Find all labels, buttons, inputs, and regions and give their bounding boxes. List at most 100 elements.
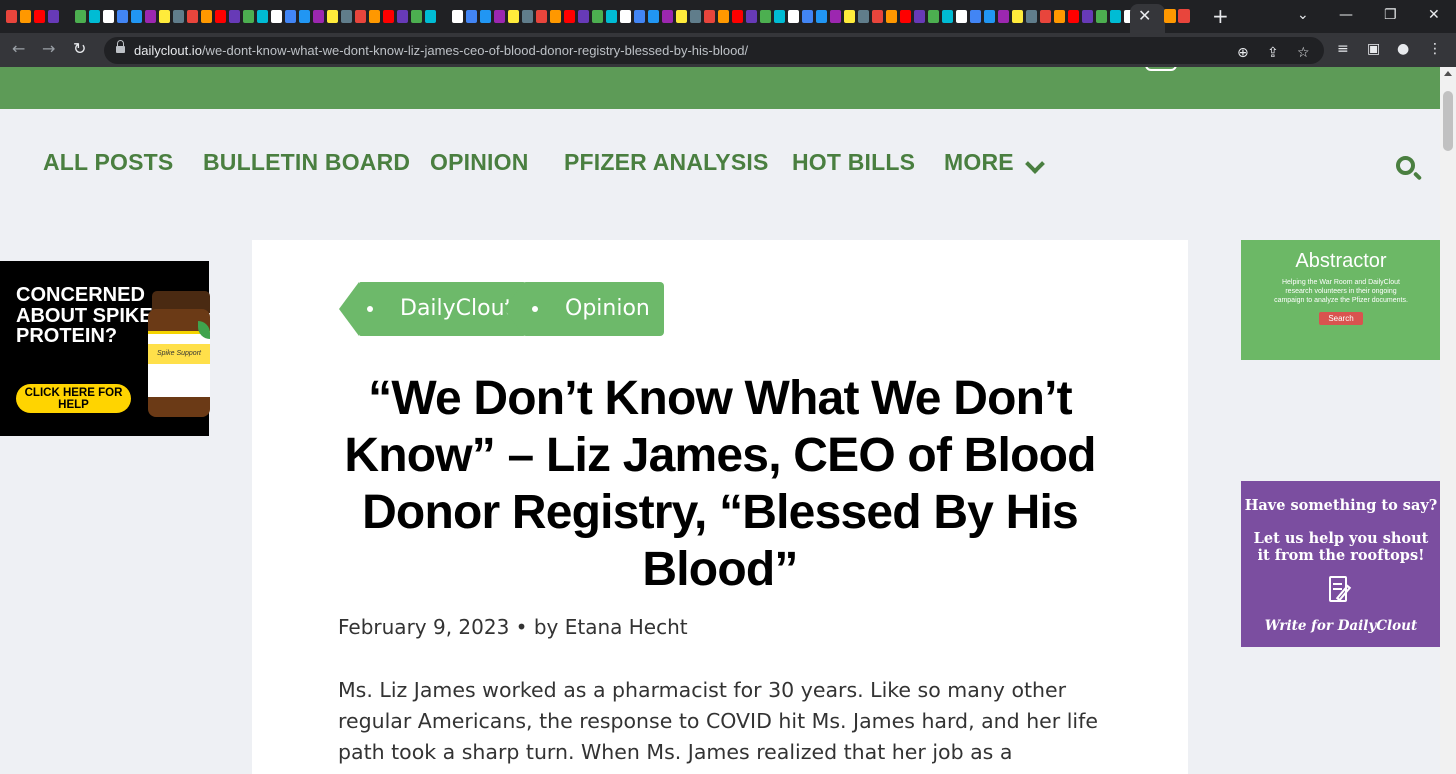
tab-favicon[interactable] [956, 10, 967, 23]
tab-favicon[interactable] [886, 10, 897, 23]
tab-favicon[interactable] [620, 10, 631, 23]
tab-favicon[interactable] [900, 10, 911, 23]
tab-favicon[interactable] [1054, 10, 1065, 23]
scrollbar-thumb[interactable] [1443, 91, 1453, 151]
tab-favicon[interactable] [774, 10, 785, 23]
media-icon[interactable]: ≡ [1337, 40, 1349, 58]
tab-favicon[interactable] [425, 10, 436, 23]
tab-favicon[interactable] [942, 10, 953, 23]
profile-icon[interactable]: ● [1397, 40, 1409, 58]
tab-favicon[interactable] [564, 10, 575, 23]
tab-favicon[interactable] [788, 10, 799, 23]
tab-favicon[interactable] [830, 10, 841, 23]
nav-pfizer-analysis[interactable]: PFIZER ANALYSIS [564, 149, 769, 176]
tab-favicon[interactable] [872, 10, 883, 23]
tab-favicon[interactable] [1026, 10, 1037, 23]
address-bar[interactable]: dailyclout.io/we-dont-know-what-we-dont-… [104, 37, 1324, 64]
tab-favicon[interactable] [75, 10, 86, 23]
tab-favicon[interactable] [397, 10, 408, 23]
tab-favicon[interactable] [1096, 10, 1107, 23]
tab-favicon[interactable] [89, 10, 100, 23]
reload-icon[interactable]: ↻ [73, 39, 86, 59]
tab-close-icon[interactable]: ✕ [1138, 7, 1151, 25]
tab-search-icon[interactable]: ⌄ [1297, 6, 1309, 24]
nav-hot-bills[interactable]: HOT BILLS [792, 149, 915, 176]
tab-favicon[interactable] [131, 10, 142, 23]
zoom-icon[interactable]: ⊕ [1237, 44, 1249, 62]
tab-favicon[interactable] [369, 10, 380, 23]
nav-all-posts[interactable]: ALL POSTS [43, 149, 173, 176]
nav-opinion[interactable]: OPINION [430, 149, 529, 176]
tab-favicons[interactable] [6, 8, 1149, 25]
share-icon[interactable]: ⇪ [1267, 44, 1279, 62]
tab-favicon[interactable] [145, 10, 156, 23]
tab-favicon[interactable] [1164, 9, 1176, 23]
tab-favicon[interactable] [690, 10, 701, 23]
bookmark-star-icon[interactable]: ☆ [1297, 44, 1310, 62]
page-scrollbar[interactable] [1440, 67, 1456, 774]
nav-more[interactable]: MORE [944, 149, 1014, 176]
tab-favicon[interactable] [662, 10, 673, 23]
tag-dailyclout[interactable]: DailyClout [338, 282, 528, 336]
forward-icon[interactable]: → [42, 39, 55, 59]
tab-favicon[interactable] [285, 10, 296, 23]
tab-favicon[interactable] [34, 10, 45, 23]
tab-favicon[interactable] [48, 10, 59, 23]
tab-favicon[interactable] [998, 10, 1009, 23]
tab-favicon[interactable] [243, 10, 254, 23]
new-tab-button[interactable]: + [1212, 4, 1229, 28]
tab-favicon[interactable] [592, 10, 603, 23]
tab-favicon[interactable] [257, 10, 268, 23]
tab-favicon[interactable] [676, 10, 687, 23]
tab-favicon[interactable] [648, 10, 659, 23]
tab-favicon[interactable] [928, 10, 939, 23]
tab-favicon[interactable] [522, 10, 533, 23]
tab-favicon[interactable] [215, 10, 226, 23]
tab-favicon[interactable] [578, 10, 589, 23]
tab-favicon[interactable] [341, 10, 352, 23]
nav-bulletin-board[interactable]: BULLETIN BOARD [203, 149, 410, 176]
tab-favicon[interactable] [1040, 10, 1051, 23]
tab-favicon[interactable] [466, 10, 477, 23]
tab-favicon[interactable] [746, 10, 757, 23]
tab-favicon[interactable] [173, 10, 184, 23]
tab-favicon[interactable] [718, 10, 729, 23]
minimize-button[interactable]: — [1339, 6, 1353, 24]
tab-favicon[interactable] [327, 10, 338, 23]
scroll-up-icon[interactable] [1444, 71, 1452, 76]
tab-favicon[interactable] [732, 10, 743, 23]
tab-favicon[interactable] [816, 10, 827, 23]
tab-favicon[interactable] [6, 10, 17, 23]
tab-favicon[interactable] [383, 10, 394, 23]
menu-icon[interactable]: ⋮ [1428, 40, 1442, 58]
tab-favicon[interactable] [508, 10, 519, 23]
tab-favicon[interactable] [802, 10, 813, 23]
abstractor-search-button[interactable]: Search [1319, 312, 1363, 325]
tab-favicon[interactable] [201, 10, 212, 23]
url-text[interactable]: dailyclout.io/we-dont-know-what-we-dont-… [134, 43, 748, 58]
tab-favicon[interactable] [452, 10, 463, 23]
tab-favicon[interactable] [606, 10, 617, 23]
tab-favicon[interactable] [494, 10, 505, 23]
chevron-down-icon[interactable] [1025, 154, 1045, 174]
tab-favicon[interactable] [1012, 10, 1023, 23]
tab-favicon[interactable] [355, 10, 366, 23]
tab-favicon[interactable] [299, 10, 310, 23]
tab-favicon[interactable] [1082, 10, 1093, 23]
tab-favicon[interactable] [536, 10, 547, 23]
tab-favicon[interactable] [480, 10, 491, 23]
tab-favicon[interactable] [858, 10, 869, 23]
search-icon[interactable] [1396, 156, 1415, 175]
lock-icon[interactable] [116, 40, 125, 55]
ad-cta-button[interactable]: CLICK HERE FOR HELP [16, 384, 131, 413]
tab-favicon[interactable] [844, 10, 855, 23]
tab-favicon[interactable] [103, 10, 114, 23]
tab-favicon[interactable] [159, 10, 170, 23]
tab-favicon[interactable] [760, 10, 771, 23]
tab-favicon[interactable] [914, 10, 925, 23]
tab-favicon[interactable] [117, 10, 128, 23]
side-panel-icon[interactable]: ▣ [1367, 40, 1380, 58]
back-icon[interactable]: ← [12, 39, 25, 59]
close-window-button[interactable]: ✕ [1428, 6, 1440, 24]
tab-favicon[interactable] [1178, 9, 1190, 23]
